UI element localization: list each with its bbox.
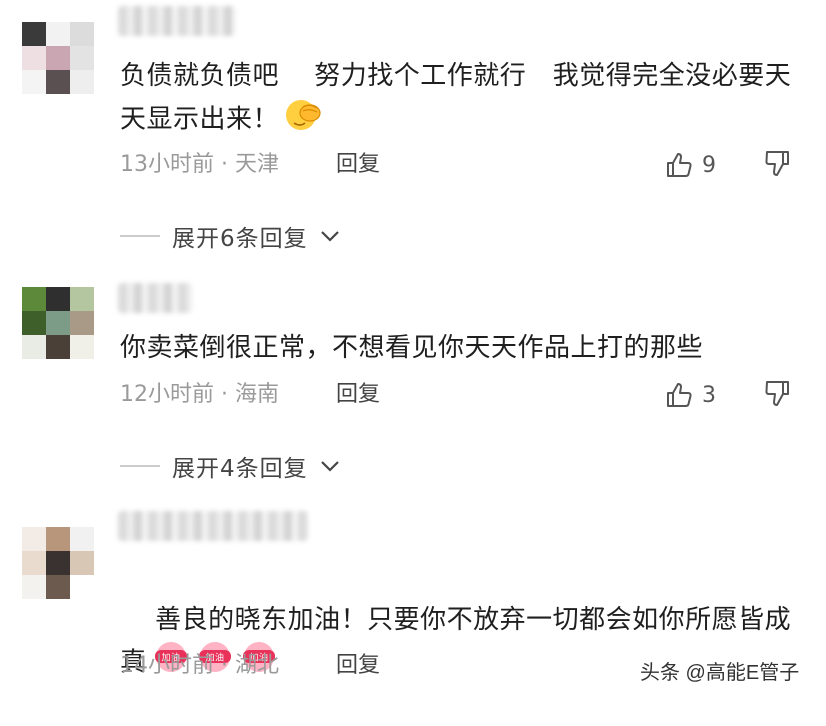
comment-time: 14小时前 [120,653,214,678]
avatar[interactable] [22,287,94,359]
like-button[interactable]: 3 [664,378,716,412]
like-button[interactable]: 9 [664,148,716,182]
watermark: 头条 @高能E管子 [640,662,800,684]
expand-divider-line [120,235,160,237]
comment-text: 负债就负债吧 努力找个工作就行 我觉得完全没必要天天显示出来！ [120,56,800,144]
avatar[interactable] [22,22,94,94]
chevron-down-icon [320,461,339,472]
comment-meta: 12小时前 · 海南 [120,382,279,407]
facepalm-emoji-icon [283,96,323,144]
thumbs-down-icon [765,381,789,406]
expand-replies-button[interactable]: 展开6条回复 [120,219,340,253]
chevron-down-icon [320,231,339,242]
expand-replies-label: 展开4条回复 [172,456,308,482]
comment-location: 天津 [234,152,279,177]
expand-replies-label: 展开6条回复 [172,226,308,252]
reply-button[interactable]: 回复 [336,651,380,681]
reply-button[interactable]: 回复 [336,150,380,180]
comment-meta: 13小时前 · 天津 [120,152,279,177]
dislike-button[interactable] [764,148,796,182]
thumbs-down-icon [765,151,789,176]
comment-location: 海南 [234,382,279,407]
comment-time: 12小时前 [120,382,214,407]
reply-button[interactable]: 回复 [336,380,380,410]
comment-location: 湖北 [234,653,279,678]
username-blurred[interactable] [118,283,192,313]
dislike-button[interactable] [764,378,796,412]
comment-meta: 14小时前 · 湖北 [120,653,279,678]
like-count: 9 [702,152,716,178]
thumbs-up-icon [667,383,692,407]
expand-divider-line [120,465,160,467]
comment-text: 善良的晓东加油！只要你不放弃一切都会如你所愿皆成真 加油 加油 加油 [120,560,800,726]
like-count: 3 [702,382,716,408]
comment-text: 你卖菜倒很正常，不想看见你天天作品上打的那些 [120,333,704,363]
thumbs-up-icon [667,153,692,177]
comment-time: 13小时前 [120,152,214,177]
username-blurred[interactable] [118,511,308,541]
username-blurred[interactable] [118,6,236,36]
avatar[interactable] [22,527,94,599]
expand-replies-button[interactable]: 展开4条回复 [120,449,340,483]
